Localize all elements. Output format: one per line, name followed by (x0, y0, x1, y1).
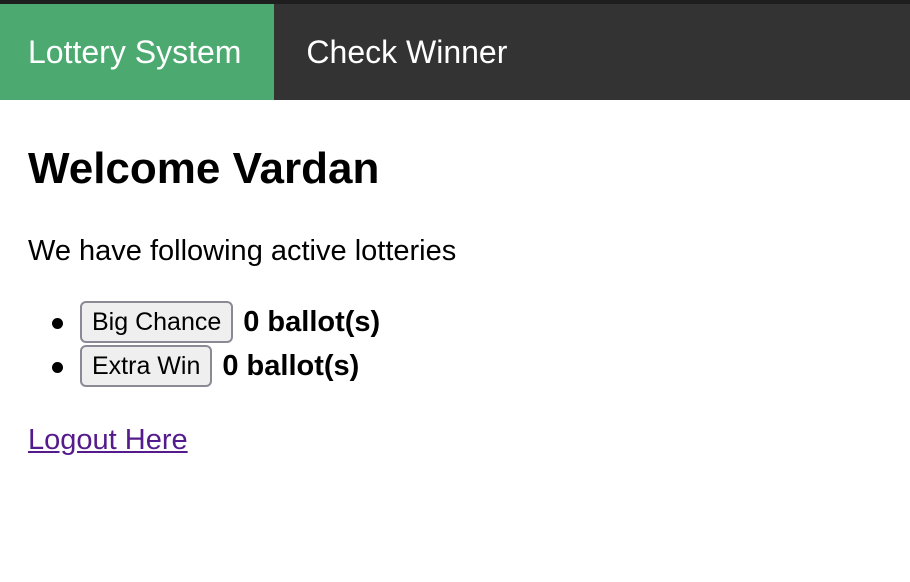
nav-lottery-system[interactable]: Lottery System (0, 4, 275, 100)
logout-link[interactable]: Logout Here (28, 424, 188, 457)
ballot-count: 0 ballot(s) (222, 349, 360, 382)
nav-check-winner[interactable]: Check Winner (274, 4, 540, 100)
ballot-count: 0 ballot(s) (243, 305, 381, 338)
list-item: Extra Win 0 ballot(s) (52, 344, 888, 388)
lottery-list: Big Chance 0 ballot(s) Extra Win 0 ballo… (28, 300, 888, 388)
main-content: Welcome Vardan We have following active … (28, 100, 888, 457)
bullet-icon (52, 318, 63, 329)
lottery-button-big-chance[interactable]: Big Chance (80, 301, 234, 343)
lottery-button-extra-win[interactable]: Extra Win (80, 345, 213, 387)
bullet-icon (52, 362, 63, 373)
list-item: Big Chance 0 ballot(s) (52, 300, 888, 344)
welcome-title: Welcome Vardan (28, 144, 380, 193)
intro-text: We have following active lotteries (28, 235, 457, 267)
top-nav-bar: Lottery System Check Winner (0, 0, 910, 100)
